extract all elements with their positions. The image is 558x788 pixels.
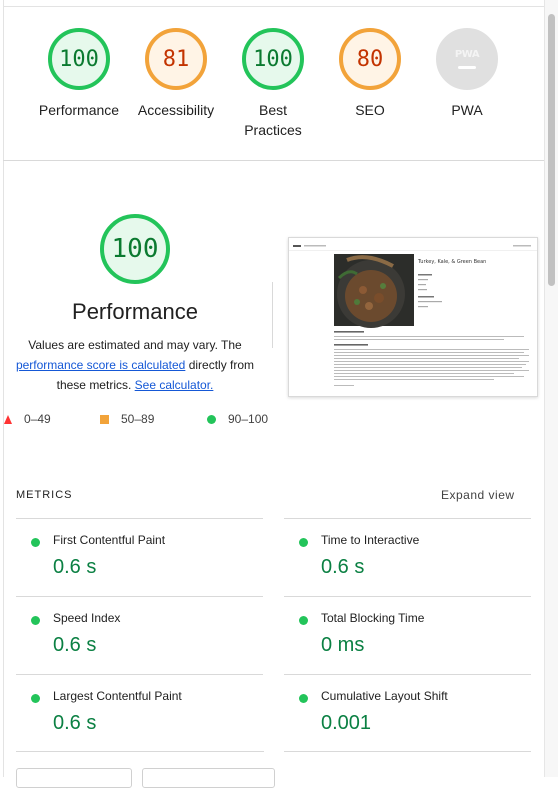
gauge-seo[interactable]: 80 SEO — [327, 28, 413, 120]
gauge-best-practices[interactable]: 100 Best Practices — [230, 28, 316, 140]
metric-name: Cumulative Layout Shift — [321, 689, 448, 703]
legend-pass-range: 90–100 — [228, 412, 269, 426]
performance-score: 100 — [48, 28, 110, 90]
final-screenshot-thumbnail[interactable]: Turkey, Kale, & Green Bean — [288, 237, 538, 397]
legend-fail: 0–49 — [4, 412, 51, 426]
metric-value: 0.6 s — [53, 712, 97, 734]
performance-main-gauge: 100 — [100, 214, 170, 284]
legend-average-range: 50–89 — [121, 412, 155, 426]
pass-circle-icon — [299, 616, 308, 625]
accessibility-label: Accessibility — [137, 102, 215, 118]
gauge-performance[interactable]: 100 Performance — [36, 28, 122, 120]
metric-name: Time to Interactive — [321, 533, 420, 547]
see-calculator-link[interactable]: See calculator. — [135, 378, 214, 392]
metric-name: Total Blocking Time — [321, 611, 425, 625]
legend-fail-range: 0–49 — [24, 412, 51, 426]
preview-recipe-title: Turkey, Kale, & Green Bean — [417, 259, 486, 265]
performance-label: Performance — [38, 102, 120, 118]
metric-total-blocking-time: Total Blocking Time 0 ms — [284, 596, 531, 674]
seo-label: SEO — [355, 102, 385, 118]
pass-circle-icon — [31, 538, 40, 547]
vertical-divider — [272, 282, 273, 348]
page-preview-image: Turkey, Kale, & Green Bean — [289, 238, 537, 396]
pass-circle-icon — [299, 538, 308, 547]
scrollbar-thumb[interactable] — [548, 14, 555, 286]
pwa-dash-icon — [458, 66, 476, 69]
best-practices-label: Best Practices — [244, 102, 302, 138]
metric-value: 0.6 s — [53, 634, 97, 656]
legend-pass: 90–100 — [207, 412, 268, 426]
metric-speed-index: Speed Index 0.6 s — [16, 596, 263, 674]
metric-value: 0.001 — [321, 712, 372, 734]
desc-prefix: Values are estimated and may vary. The — [28, 338, 242, 352]
pass-circle-icon — [31, 616, 40, 625]
metric-value: 0 ms — [321, 634, 365, 656]
pwa-badge-text: PWA — [454, 49, 480, 60]
pass-circle-icon — [299, 694, 308, 703]
seo-score: 80 — [339, 28, 401, 90]
metric-time-to-interactive: Time to Interactive 0.6 s — [284, 518, 531, 596]
metric-name: Speed Index — [53, 611, 121, 625]
metrics-bottom-border-right — [284, 751, 531, 752]
pwa-badge-icon: PWA — [436, 28, 498, 90]
gauge-accessibility[interactable]: 81 Accessibility — [131, 28, 221, 120]
metric-value: 0.6 s — [53, 556, 97, 578]
frame-left-border — [3, 0, 4, 777]
metric-name: First Contentful Paint — [53, 533, 166, 547]
expand-view-toggle[interactable]: Expand view — [441, 488, 515, 502]
metrics-bottom-border — [16, 751, 264, 752]
performance-title: Performance — [72, 299, 198, 324]
performance-score-link[interactable]: performance score is calculated — [16, 358, 185, 372]
metric-cumulative-layout-shift: Cumulative Layout Shift 0.001 — [284, 674, 531, 752]
performance-description: Values are estimated and may vary. The p… — [10, 335, 260, 395]
view-treemap-button[interactable] — [142, 768, 275, 788]
pass-circle-icon — [31, 694, 40, 703]
metric-value: 0.6 s — [321, 556, 365, 578]
average-square-icon — [100, 414, 109, 424]
view-trace-button[interactable] — [16, 768, 132, 788]
gauge-pwa[interactable]: PWA PWA — [424, 28, 510, 120]
best-practices-score: 100 — [242, 28, 304, 90]
fail-triangle-icon — [4, 414, 12, 424]
metric-name: Largest Contentful Paint — [53, 689, 182, 703]
vertical-scrollbar[interactable] — [544, 0, 558, 777]
legend-average: 50–89 — [100, 412, 154, 426]
pass-circle-icon — [207, 414, 216, 424]
pwa-label: PWA — [451, 102, 483, 118]
frame-top-border — [3, 6, 544, 7]
metrics-heading: METRICS — [16, 489, 73, 501]
section-separator — [3, 160, 544, 161]
metric-largest-contentful-paint: Largest Contentful Paint 0.6 s — [16, 674, 263, 752]
metric-first-contentful-paint: First Contentful Paint 0.6 s — [16, 518, 263, 596]
accessibility-score: 81 — [145, 28, 207, 90]
